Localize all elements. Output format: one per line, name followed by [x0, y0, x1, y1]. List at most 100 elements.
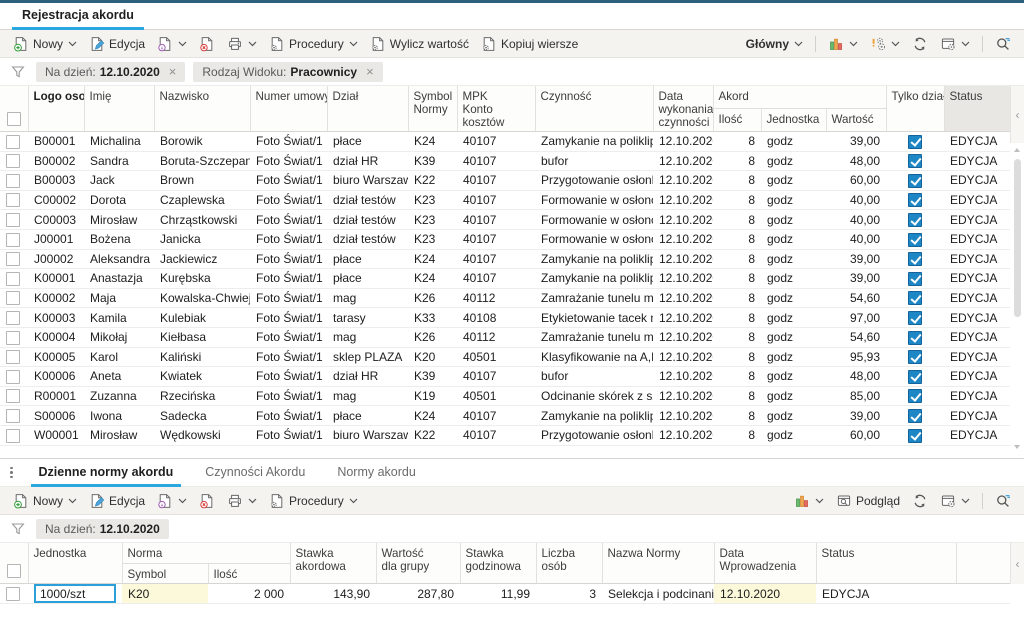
tylko-dzial-checkbox[interactable] [908, 252, 923, 267]
vertical-scrollbar[interactable] [1013, 147, 1022, 450]
cell-imie[interactable]: Maja [84, 288, 154, 309]
cell-wartosc[interactable]: 39,00 [826, 268, 887, 289]
cell-jednostka[interactable]: godz [761, 425, 826, 446]
tylko-dzial-checkbox[interactable] [908, 291, 923, 306]
cell-symbol[interactable]: K20 [122, 583, 208, 604]
cell-dzial[interactable]: dział testów [327, 190, 408, 211]
cell-czynnosc[interactable]: Formowanie w osłonce [535, 229, 653, 250]
new-button[interactable]: Nowy [8, 34, 82, 54]
cell-czynnosc[interactable]: Zamrażanie tunelu mroźn [535, 288, 653, 309]
print-button[interactable] [222, 34, 262, 54]
col-header-mpk[interactable]: MPK Konto kosztów [457, 86, 536, 132]
cell-symbol[interactable]: K39 [408, 151, 457, 172]
cell-symbol[interactable]: K22 [408, 425, 457, 446]
cell-dzial[interactable]: mag [327, 327, 408, 348]
select-all-checkbox[interactable] [7, 564, 21, 578]
cell-imie[interactable]: Anastazja [84, 268, 154, 289]
filter-funnel-icon[interactable] [10, 521, 26, 537]
cell-nazwisko[interactable]: Kiełbasa [154, 327, 250, 348]
filter-chip[interactable]: Na dzień: 12.10.2020 [36, 518, 169, 539]
collapse-panel-button[interactable]: ‹ [1010, 86, 1024, 143]
col-header-czynnosc[interactable]: Czynność [535, 86, 654, 132]
cell-data[interactable]: 12.10.2020 [653, 347, 713, 368]
tylko-dzial-checkbox[interactable] [908, 232, 923, 247]
cell-mpk[interactable]: 40107 [457, 151, 535, 172]
cell-imie[interactable]: Kamila [84, 307, 154, 328]
table-row[interactable]: K00003 Kamila Kulebiak Foto Świat/1 tara… [0, 307, 1011, 328]
cell-status[interactable]: EDYCJA [944, 425, 1011, 446]
cell-symbol[interactable]: K23 [408, 209, 457, 230]
cell-logo[interactable]: K00003 [28, 307, 84, 328]
cell-status[interactable]: EDYCJA [816, 583, 957, 604]
cell-dzial[interactable]: dział HR [327, 366, 408, 387]
cell-imie[interactable]: Jack [84, 170, 154, 191]
row-checkbox[interactable] [6, 389, 20, 404]
rules-button[interactable] [865, 34, 905, 54]
cell-jednostka[interactable]: godz [761, 307, 826, 328]
cell-umowa[interactable]: Foto Świat/1 [250, 249, 327, 270]
cell-logo[interactable]: B00003 [28, 170, 84, 191]
cell-ilosc[interactable]: 8 [713, 288, 761, 309]
cell-nazwisko[interactable]: Wędkowski [154, 425, 250, 446]
row-checkbox[interactable] [6, 586, 20, 601]
cell-data[interactable]: 12.10.2020 [653, 151, 713, 172]
cell-symbol[interactable]: K23 [408, 229, 457, 250]
cell-dzial[interactable]: biuro Warszawa [327, 170, 408, 191]
cell-wartosc-dla-grupy[interactable]: 287,80 [376, 583, 461, 604]
col-header-nazwa-normy[interactable]: Nazwa Normy [602, 543, 715, 584]
procedures-button[interactable]: Procedury [264, 491, 363, 511]
cell-ilosc[interactable]: 8 [713, 131, 761, 152]
cell-status[interactable]: EDYCJA [944, 366, 1011, 387]
table-row[interactable]: K00006 Aneta Kwiatek Foto Świat/1 dział … [0, 366, 1011, 387]
cell-logo[interactable]: K00004 [28, 327, 84, 348]
col-header-symbol[interactable]: Symbol [122, 563, 209, 584]
cell-mpk[interactable]: 40112 [457, 327, 535, 348]
cell-umowa[interactable]: Foto Świat/1 [250, 131, 327, 152]
cell-dzial[interactable]: płace [327, 405, 408, 426]
table-row[interactable]: J00001 Bożena Janicka Foto Świat/1 dział… [0, 229, 1011, 250]
cell-status[interactable]: EDYCJA [944, 347, 1011, 368]
row-checkbox[interactable] [6, 350, 20, 365]
preview-button[interactable]: Podgląd [831, 491, 905, 511]
cell-imie[interactable]: Mirosław [84, 209, 154, 230]
table-row[interactable]: C00002 Dorota Czaplewska Foto Świat/1 dz… [0, 190, 1011, 211]
col-header-ilosc[interactable]: Ilość [713, 108, 762, 132]
select-all-cell[interactable] [0, 86, 29, 132]
cell-mpk[interactable]: 40107 [457, 170, 535, 191]
cell-czynnosc[interactable]: Etykietowanie tacek na [535, 307, 653, 328]
cell-symbol[interactable]: K24 [408, 268, 457, 289]
delete-button[interactable] [194, 491, 220, 511]
table-row[interactable]: K00001 Anastazja Kurębska Foto Świat/1 p… [0, 268, 1011, 289]
cell-mpk[interactable]: 40107 [457, 405, 535, 426]
cell-jednostka[interactable]: godz [761, 366, 826, 387]
cell-dzial[interactable]: mag [327, 288, 408, 309]
cell-symbol[interactable]: K24 [408, 131, 457, 152]
cell-mpk[interactable]: 40501 [457, 386, 535, 407]
cell-logo[interactable]: K00005 [28, 347, 84, 368]
cell-logo[interactable]: W00001 [28, 425, 84, 446]
cell-nazwisko[interactable]: Borowik [154, 131, 250, 152]
cell-nazwisko[interactable]: Brown [154, 170, 250, 191]
cell-czynnosc[interactable]: Zamykanie na poliklipac [535, 405, 653, 426]
cell-logo[interactable]: J00002 [28, 249, 84, 270]
cell-umowa[interactable]: Foto Świat/1 [250, 307, 327, 328]
refresh-button[interactable] [907, 34, 933, 54]
cell-czynnosc[interactable]: Przygotowanie osłonki [535, 425, 653, 446]
cell-data[interactable]: 12.10.2020 [653, 386, 713, 407]
select-all-checkbox[interactable] [7, 112, 21, 126]
cell-ilosc[interactable]: 8 [713, 209, 761, 230]
col-header-tylko-dzial[interactable]: Tylko dział [886, 86, 945, 132]
cell-nazwisko[interactable]: Kurębska [154, 268, 250, 289]
row-checkbox[interactable] [6, 428, 20, 443]
cell-umowa[interactable]: Foto Świat/1 [250, 288, 327, 309]
print-button[interactable] [222, 491, 262, 511]
cell-logo[interactable]: S00006 [28, 405, 84, 426]
cell-jednostka[interactable]: godz [761, 386, 826, 407]
cell-umowa[interactable]: Foto Świat/1 [250, 190, 327, 211]
cell-nazwisko[interactable]: Boruta-Szczepaniak [154, 151, 250, 172]
cell-imie[interactable]: Mirosław [84, 425, 154, 446]
cell-wartosc[interactable]: 48,00 [826, 151, 887, 172]
cell-data[interactable]: 12.10.2020 [653, 425, 713, 446]
cell-logo[interactable]: C00003 [28, 209, 84, 230]
cell-status[interactable]: EDYCJA [944, 170, 1011, 191]
